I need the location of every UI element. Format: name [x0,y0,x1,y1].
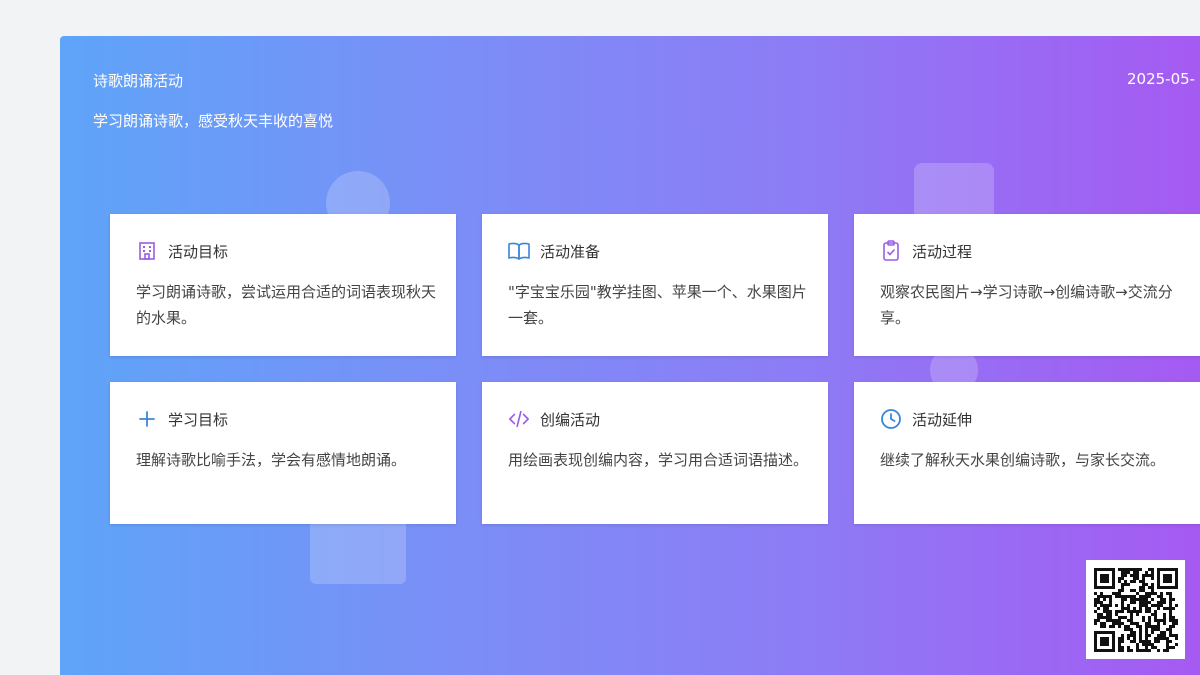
building-icon [136,240,158,262]
page-subtitle: 学习朗诵诗歌，感受秋天丰收的喜悦 [93,112,334,130]
card-activity-goal[interactable]: 活动目标 学习朗诵诗歌，尝试运用合适的词语表现秋天的水果。 [110,214,456,356]
card-title: 活动过程 [912,242,973,261]
date-label: 2025-05- [1127,70,1196,88]
card-activity-preparation[interactable]: 活动准备 "字宝宝乐园"教学挂图、苹果一个、水果图片一套。 [482,214,828,356]
card-learning-goal[interactable]: 学习目标 理解诗歌比喻手法，学会有感情地朗诵。 [110,382,456,524]
activity-banner: 诗歌朗诵活动 学习朗诵诗歌，感受秋天丰收的喜悦 2025-05- 活动目标 学习… [60,36,1200,675]
card-activity-process[interactable]: 活动过程 观察农民图片→学习诗歌→创编诗歌→交流分享。 [854,214,1200,356]
plus-icon [136,408,158,430]
card-body: "字宝宝乐园"教学挂图、苹果一个、水果图片一套。 [508,283,807,327]
card-body: 用绘画表现创编内容，学习用合适词语描述。 [508,451,809,469]
card-body: 继续了解秋天水果创编诗歌，与家长交流。 [880,451,1166,469]
card-title: 活动目标 [168,242,229,261]
qr-code[interactable] [1086,560,1185,659]
card-title: 创编活动 [540,410,601,429]
clipboard-check-icon [880,240,902,262]
page-title: 诗歌朗诵活动 [93,72,184,90]
card-activity-extension[interactable]: 活动延伸 继续了解秋天水果创编诗歌，与家长交流。 [854,382,1200,524]
clock-icon [880,408,902,430]
card-title: 活动延伸 [912,410,973,429]
card-title: 学习目标 [168,410,229,429]
card-body: 观察农民图片→学习诗歌→创编诗歌→交流分享。 [880,283,1173,327]
card-title: 活动准备 [540,242,601,261]
card-body: 理解诗歌比喻手法，学会有感情地朗诵。 [136,451,407,469]
book-icon [508,240,530,262]
card-body: 学习朗诵诗歌，尝试运用合适的词语表现秋天的水果。 [136,283,437,327]
code-icon [508,408,530,430]
card-creative-activity[interactable]: 创编活动 用绘画表现创编内容，学习用合适词语描述。 [482,382,828,524]
qr-code-image [1094,568,1178,652]
